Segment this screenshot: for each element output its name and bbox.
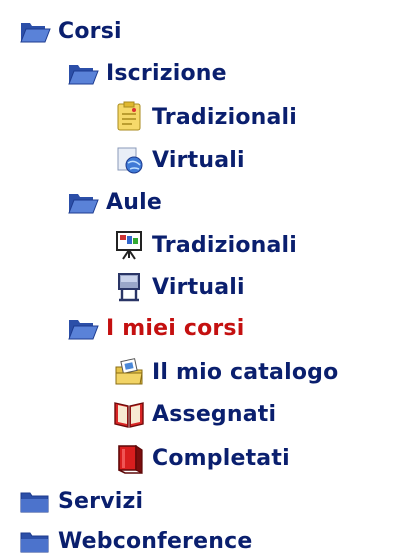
tree-item-aule[interactable]: Aule (66, 185, 162, 219)
tree-item-iscrizione[interactable]: Iscrizione (66, 56, 227, 90)
tree-item-label: Virtuali (152, 147, 245, 173)
easel-board-icon (112, 228, 146, 262)
tree-item-completati[interactable]: Completati (112, 441, 290, 475)
tree-item-miei-corsi[interactable]: I miei corsi (66, 311, 244, 345)
tree-item-label: Tradizionali (152, 232, 298, 258)
tree-item-servizi[interactable]: Servizi (18, 484, 143, 518)
tree-item-aule-tradizionali[interactable]: Tradizionali (112, 228, 297, 262)
globe-icon (112, 143, 146, 177)
tree-item-label: Corsi (58, 18, 122, 44)
note-pad-icon (112, 100, 146, 134)
folder-images-icon (112, 355, 146, 389)
tree-item-label: Assegnati (152, 401, 277, 427)
tree-item-label: Iscrizione (106, 60, 227, 86)
open-book-icon (112, 397, 146, 431)
navigation-tree: Corsi Iscrizione Tradizionali Virtuali A… (0, 0, 393, 557)
tree-item-label: Virtuali (152, 274, 245, 300)
monitor-stand-icon (112, 270, 146, 304)
tree-item-assegnati[interactable]: Assegnati (112, 397, 276, 431)
folder-closed-icon (18, 524, 52, 558)
tree-item-label: Completati (152, 445, 290, 471)
tree-item-iscrizione-tradizionali[interactable]: Tradizionali (112, 100, 297, 134)
tree-item-aule-virtuali[interactable]: Virtuali (112, 270, 245, 304)
tree-item-webconference[interactable]: Webconference (18, 524, 252, 558)
tree-item-label: Webconference (58, 528, 253, 554)
folder-open-icon (66, 311, 100, 345)
folder-open-icon (18, 14, 52, 48)
tree-item-label-active: I miei corsi (106, 315, 245, 341)
folder-open-icon (66, 56, 100, 90)
tree-item-label: Aule (106, 189, 162, 215)
tree-item-corsi[interactable]: Corsi (18, 14, 122, 48)
folder-closed-icon (18, 484, 52, 518)
closed-book-icon (112, 441, 146, 475)
tree-item-label: Il mio catalogo (152, 359, 339, 385)
tree-item-iscrizione-virtuali[interactable]: Virtuali (112, 143, 245, 177)
tree-item-catalogo[interactable]: Il mio catalogo (112, 355, 338, 389)
folder-open-icon (66, 185, 100, 219)
tree-item-label: Tradizionali (152, 104, 298, 130)
tree-item-label: Servizi (58, 488, 144, 514)
